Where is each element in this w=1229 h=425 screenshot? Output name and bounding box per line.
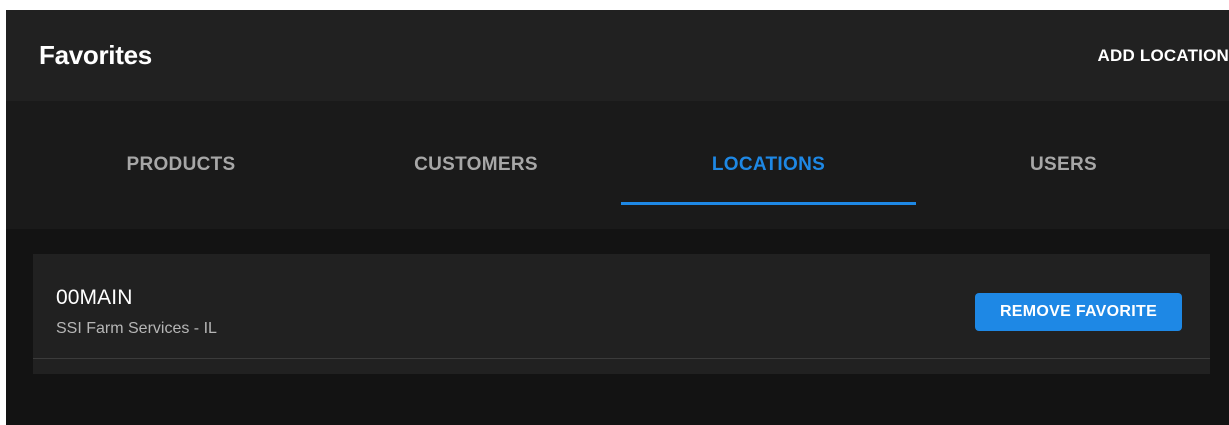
tab-bar: PRODUCTS CUSTOMERS LOCATIONS USERS (6, 101, 1229, 229)
tab-customers[interactable]: CUSTOMERS (326, 101, 626, 229)
favorites-app: Favorites ADD LOCATION PRODUCTS CUSTOMER… (6, 10, 1229, 425)
tab-users[interactable]: USERS (916, 101, 1211, 229)
location-list-item: 00MAIN SSI Farm Services - IL REMOVE FAV… (33, 254, 1210, 374)
tab-products[interactable]: PRODUCTS (6, 101, 356, 229)
list-divider (33, 358, 1210, 359)
tab-locations[interactable]: LOCATIONS (621, 101, 916, 229)
add-location-button[interactable]: ADD LOCATION (1098, 46, 1229, 66)
app-header: Favorites ADD LOCATION (6, 10, 1229, 101)
page-title: Favorites (39, 40, 152, 70)
remove-favorite-button[interactable]: REMOVE FAVORITE (975, 293, 1182, 331)
location-subtitle: SSI Farm Services - IL (56, 320, 217, 337)
location-name: 00MAIN (56, 286, 133, 309)
active-tab-indicator (621, 202, 916, 205)
